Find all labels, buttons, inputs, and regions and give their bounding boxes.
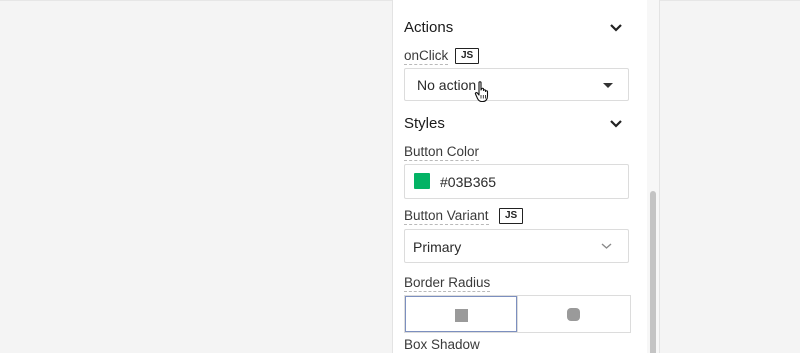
button-color-input[interactable]: #03B365 xyxy=(404,164,629,199)
border-radius-label: Border Radius xyxy=(404,275,491,292)
color-swatch[interactable] xyxy=(414,173,430,189)
onclick-js-toggle[interactable]: JS xyxy=(455,48,480,64)
caret-down-icon xyxy=(603,83,613,88)
styles-section-title: Styles xyxy=(404,115,445,132)
onclick-action-value: No action xyxy=(417,77,477,93)
chevron-down-icon[interactable] xyxy=(609,119,623,129)
button-color-label: Button Color xyxy=(404,144,480,161)
property-pane: Actions onClick JS No action Styles Butt… xyxy=(392,0,660,353)
button-variant-select[interactable]: Primary xyxy=(404,229,629,263)
button-color-value: #03B365 xyxy=(440,174,497,190)
chevron-down-icon[interactable] xyxy=(609,23,623,33)
border-radius-rounded-option[interactable] xyxy=(517,296,629,332)
onclick-label: onClick xyxy=(404,48,449,65)
scrollbar-track[interactable] xyxy=(647,0,659,353)
scrollbar-thumb[interactable] xyxy=(650,191,656,353)
box-shadow-label: Box Shadow xyxy=(404,337,480,352)
chevron-down-icon xyxy=(601,243,612,249)
hand-pointer-cursor-icon xyxy=(474,81,489,103)
border-radius-sharp-option[interactable] xyxy=(405,296,517,332)
button-variant-label: Button Variant xyxy=(404,208,489,225)
actions-section-title: Actions xyxy=(404,19,454,36)
border-radius-options xyxy=(404,295,631,333)
rounded-square-icon xyxy=(567,308,580,321)
button-variant-value: Primary xyxy=(413,239,462,255)
square-icon xyxy=(455,309,468,322)
button-variant-js-toggle[interactable]: JS xyxy=(499,208,524,224)
onclick-action-dropdown[interactable]: No action xyxy=(404,68,629,101)
